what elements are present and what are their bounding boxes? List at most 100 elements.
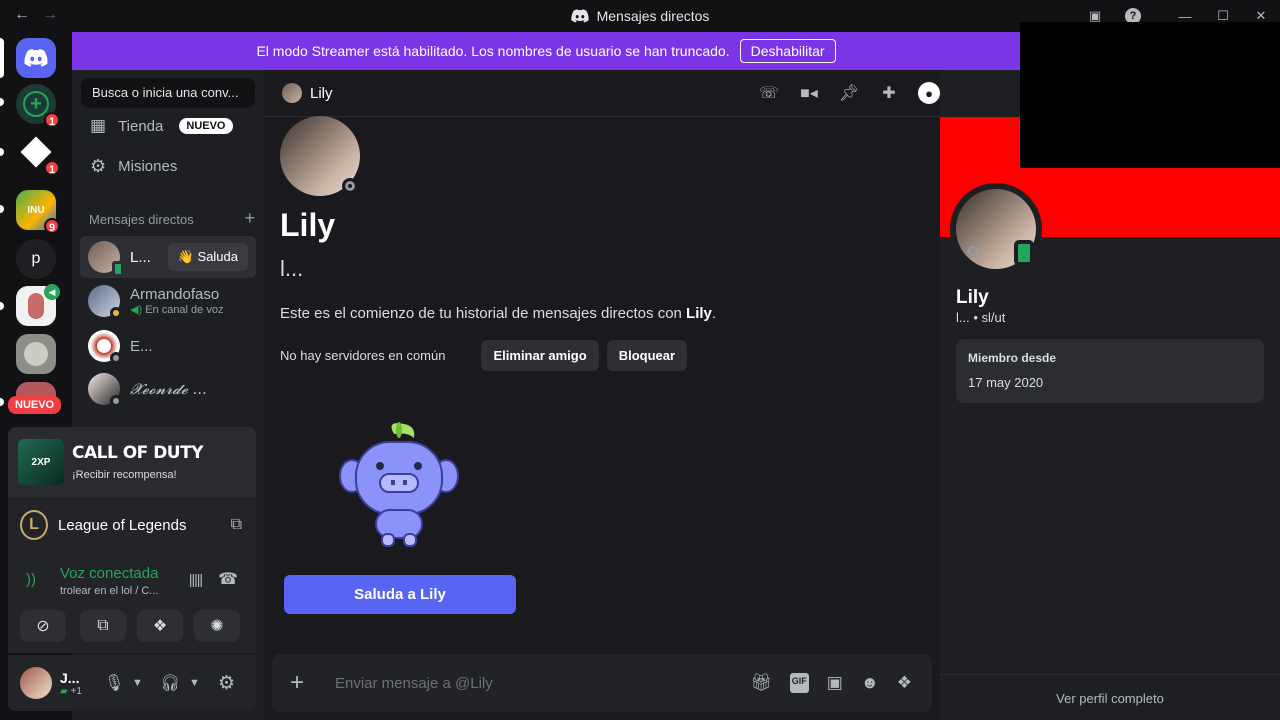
stream-overlay — [1020, 22, 1280, 168]
dm-item-armandofaso[interactable]: Armandofaso ◀) En canal de voz — [80, 280, 256, 322]
new-dm-plus-icon[interactable]: + — [244, 209, 255, 227]
wumpus-mascot — [339, 422, 459, 547]
headphones-icon[interactable]: 🎧︎ — [160, 673, 180, 693]
block-button[interactable]: Bloquear — [606, 340, 688, 371]
apps-icon[interactable]: ❖ — [897, 673, 912, 693]
stream-screen-icon[interactable]: ⧉ — [231, 516, 242, 534]
member-since-card: Miembro desde 17 may 2020 — [956, 339, 1264, 403]
speaker-icon: ◀) — [130, 304, 143, 316]
server-p[interactable]: p — [16, 239, 56, 279]
gift-icon[interactable]: 🎁︎ — [750, 673, 772, 693]
user-panel: J... ▰ +1 🎙︎ ▼ 🎧︎ ▼ ⚙ — [8, 655, 256, 711]
xp-badge-icon: 2XP — [18, 439, 64, 485]
active-indicator — [0, 38, 4, 78]
no-mutual-servers: No hay servidores en común — [280, 348, 446, 363]
chevron-down-icon[interactable]: ▼ — [132, 677, 143, 689]
nav-store[interactable]: ▦ Tienda NUEVO — [80, 106, 256, 146]
voice-channel[interactable]: trolear en el lol / C... — [60, 585, 158, 597]
activities-button[interactable]: ❖ — [137, 610, 183, 642]
pin-icon[interactable]: 📌︎ — [838, 82, 860, 104]
header-avatar — [282, 83, 302, 103]
mobile-status-icon — [1014, 240, 1034, 266]
message-input[interactable]: Enviar mensaje a @Lily — [335, 675, 493, 692]
screen-share-icon: ⧉ — [97, 617, 109, 634]
game-name: League of Legends — [58, 516, 187, 534]
settings-gear-icon[interactable]: ⚙ — [218, 672, 235, 695]
new-label: NUEVO — [8, 396, 62, 414]
chevron-down-icon[interactable]: ▼ — [189, 677, 200, 689]
nav-missions[interactable]: ⚙ Misiones — [80, 146, 256, 186]
sticker-icon[interactable]: ▣ — [827, 673, 843, 693]
share-screen-button[interactable]: ⧉ — [80, 610, 126, 642]
add-friends-icon[interactable]: ✚ — [878, 82, 900, 104]
intro-username: l... — [280, 256, 304, 281]
streamer-mode-text: El modo Streamer está habilitado. Los no… — [256, 43, 730, 59]
user-avatar[interactable] — [20, 667, 52, 699]
dm-item-xeonrde[interactable]: 𝓧𝓮𝓸𝓷𝓻𝓭𝓮 ... — [80, 368, 256, 410]
user-profile-icon[interactable]: ● — [918, 82, 940, 104]
avatar — [88, 330, 122, 364]
voice-status[interactable]: Voz conectada — [60, 565, 158, 582]
member-since-value: 17 may 2020 — [968, 375, 1044, 390]
add-attachment-icon[interactable]: + — [290, 669, 304, 697]
unread-badge: 9 — [44, 218, 60, 234]
soundboard-button[interactable]: ✺ — [194, 610, 240, 642]
wave-button[interactable]: 👋 Saluda — [167, 243, 248, 271]
server-add-green[interactable]: + 1 — [16, 84, 60, 128]
search-input[interactable]: Busca o inicia una conv... — [81, 78, 255, 108]
voice-call-icon[interactable]: ☏ — [758, 82, 780, 104]
unread-indicator — [0, 205, 4, 213]
dm-item-lily[interactable]: L... 👋 Saluda — [80, 236, 256, 278]
server-avatar-1[interactable]: ◀ — [16, 284, 60, 326]
dm-name: 𝓧𝓮𝓸𝓷𝓻𝓭𝓮 ... — [130, 380, 207, 398]
view-full-profile-link[interactable]: Ver perfil completo — [940, 674, 1280, 720]
header-toolbar: ☏ ■◂ 📌︎ ✚ ● — [758, 82, 940, 104]
message-composer: + Enviar mensaje a @Lily 🎁︎ GIF ▣ ☻ ❖ — [272, 654, 932, 712]
microphone-icon[interactable]: 🎙︎ — [104, 673, 124, 693]
activities-icon: ❖ — [152, 618, 168, 635]
dm-name: L... — [130, 248, 151, 266]
noise-suppression-icon[interactable]: ||||| — [189, 571, 203, 587]
discord-logo-icon — [24, 49, 48, 67]
window-title-text: Mensajes directos — [596, 8, 710, 24]
promo-title: CALL OF DUTY — [72, 443, 204, 463]
server-diamond[interactable]: 1 — [16, 132, 60, 176]
disconnect-icon[interactable]: ☎ — [218, 569, 238, 589]
intro-text-name: Lily — [686, 305, 712, 322]
server-game[interactable]: INU 9 — [16, 190, 60, 234]
discord-logo-icon — [570, 9, 589, 23]
chat-header-name[interactable]: Lily — [310, 85, 333, 102]
intro-text-suffix: . — [711, 305, 717, 322]
dm-header-label: Mensajes directos — [89, 212, 194, 227]
dm-item-e[interactable]: E... — [80, 325, 256, 367]
league-logo-icon: L — [20, 510, 48, 540]
signal-icon: )) — [26, 571, 36, 588]
profile-offline-icon — [968, 246, 978, 256]
offline-status-icon — [110, 352, 122, 364]
chat-header: Lily ☏ ■◂ 📌︎ ✚ ● — [264, 70, 940, 117]
user-activity-extra: +1 — [70, 685, 82, 697]
wave-to-lily-button[interactable]: Saluda a Lily — [284, 575, 516, 614]
remove-friend-button[interactable]: Eliminar amigo — [481, 340, 599, 371]
avatar — [88, 241, 124, 277]
camera-off-button[interactable]: ⊘ — [20, 610, 66, 642]
intro-text-prefix: Este es el comienzo de tu historial de m… — [280, 305, 687, 322]
unread-indicator — [0, 398, 4, 406]
game-activity: L League of Legends ⧉ — [8, 497, 256, 553]
member-since-label: Miembro desde — [968, 351, 1057, 365]
mutual-row: No hay servidores en común Eliminar amig… — [280, 340, 688, 371]
speaker-icon: ◀ — [44, 284, 60, 300]
promo-card[interactable]: 2XP CALL OF DUTY ¡Recibir recompensa! — [8, 427, 256, 497]
disable-streamer-button[interactable]: Deshabilitar — [739, 39, 836, 63]
avatar — [88, 373, 122, 407]
emoji-icon[interactable]: ☻ — [861, 673, 879, 693]
video-call-icon[interactable]: ■◂ — [798, 82, 820, 104]
gear-icon: ⚙ — [90, 155, 107, 176]
unread-indicator — [0, 98, 4, 106]
gif-icon[interactable]: GIF — [789, 673, 809, 693]
streamer-mode-banner: El modo Streamer está habilitado. Los no… — [72, 32, 1020, 70]
dm-name: Armandofaso — [130, 286, 220, 303]
server-avatar-2[interactable] — [16, 334, 56, 374]
direct-messages-button[interactable] — [16, 38, 56, 78]
new-badge: NUEVO — [179, 118, 233, 134]
